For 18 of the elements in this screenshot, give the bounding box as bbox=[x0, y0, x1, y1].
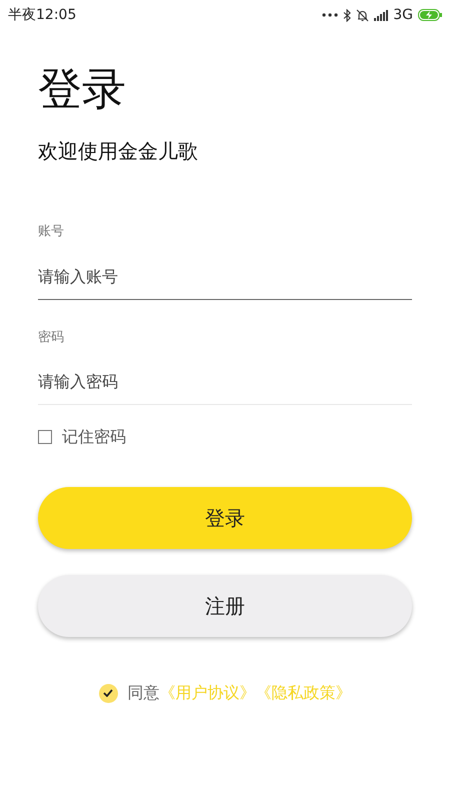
field-label: 账号 bbox=[38, 223, 65, 241]
bell-off-icon bbox=[356, 8, 370, 22]
remember-checkbox[interactable] bbox=[38, 430, 52, 444]
more-dots-icon bbox=[322, 13, 338, 17]
remember-label: 记住密码 bbox=[62, 426, 126, 448]
register-button[interactable]: 注册 bbox=[38, 575, 412, 637]
battery-charging-icon bbox=[418, 9, 442, 21]
status-time: 半夜12:05 bbox=[8, 6, 76, 24]
agree-text: 同意 bbox=[128, 682, 160, 704]
input-field[interactable]: 请输入账号 bbox=[38, 254, 412, 300]
bluetooth-icon bbox=[343, 8, 352, 22]
signal-icon bbox=[374, 10, 388, 20]
network-type: 3G bbox=[393, 6, 413, 24]
welcome-text: 欢迎使用金金儿歌 bbox=[38, 138, 199, 165]
field-label: 密码 bbox=[38, 328, 65, 346]
page-title: 登录 bbox=[38, 63, 127, 117]
agree-check-icon[interactable] bbox=[98, 684, 118, 702]
login-button[interactable]: 登录 bbox=[38, 487, 412, 549]
